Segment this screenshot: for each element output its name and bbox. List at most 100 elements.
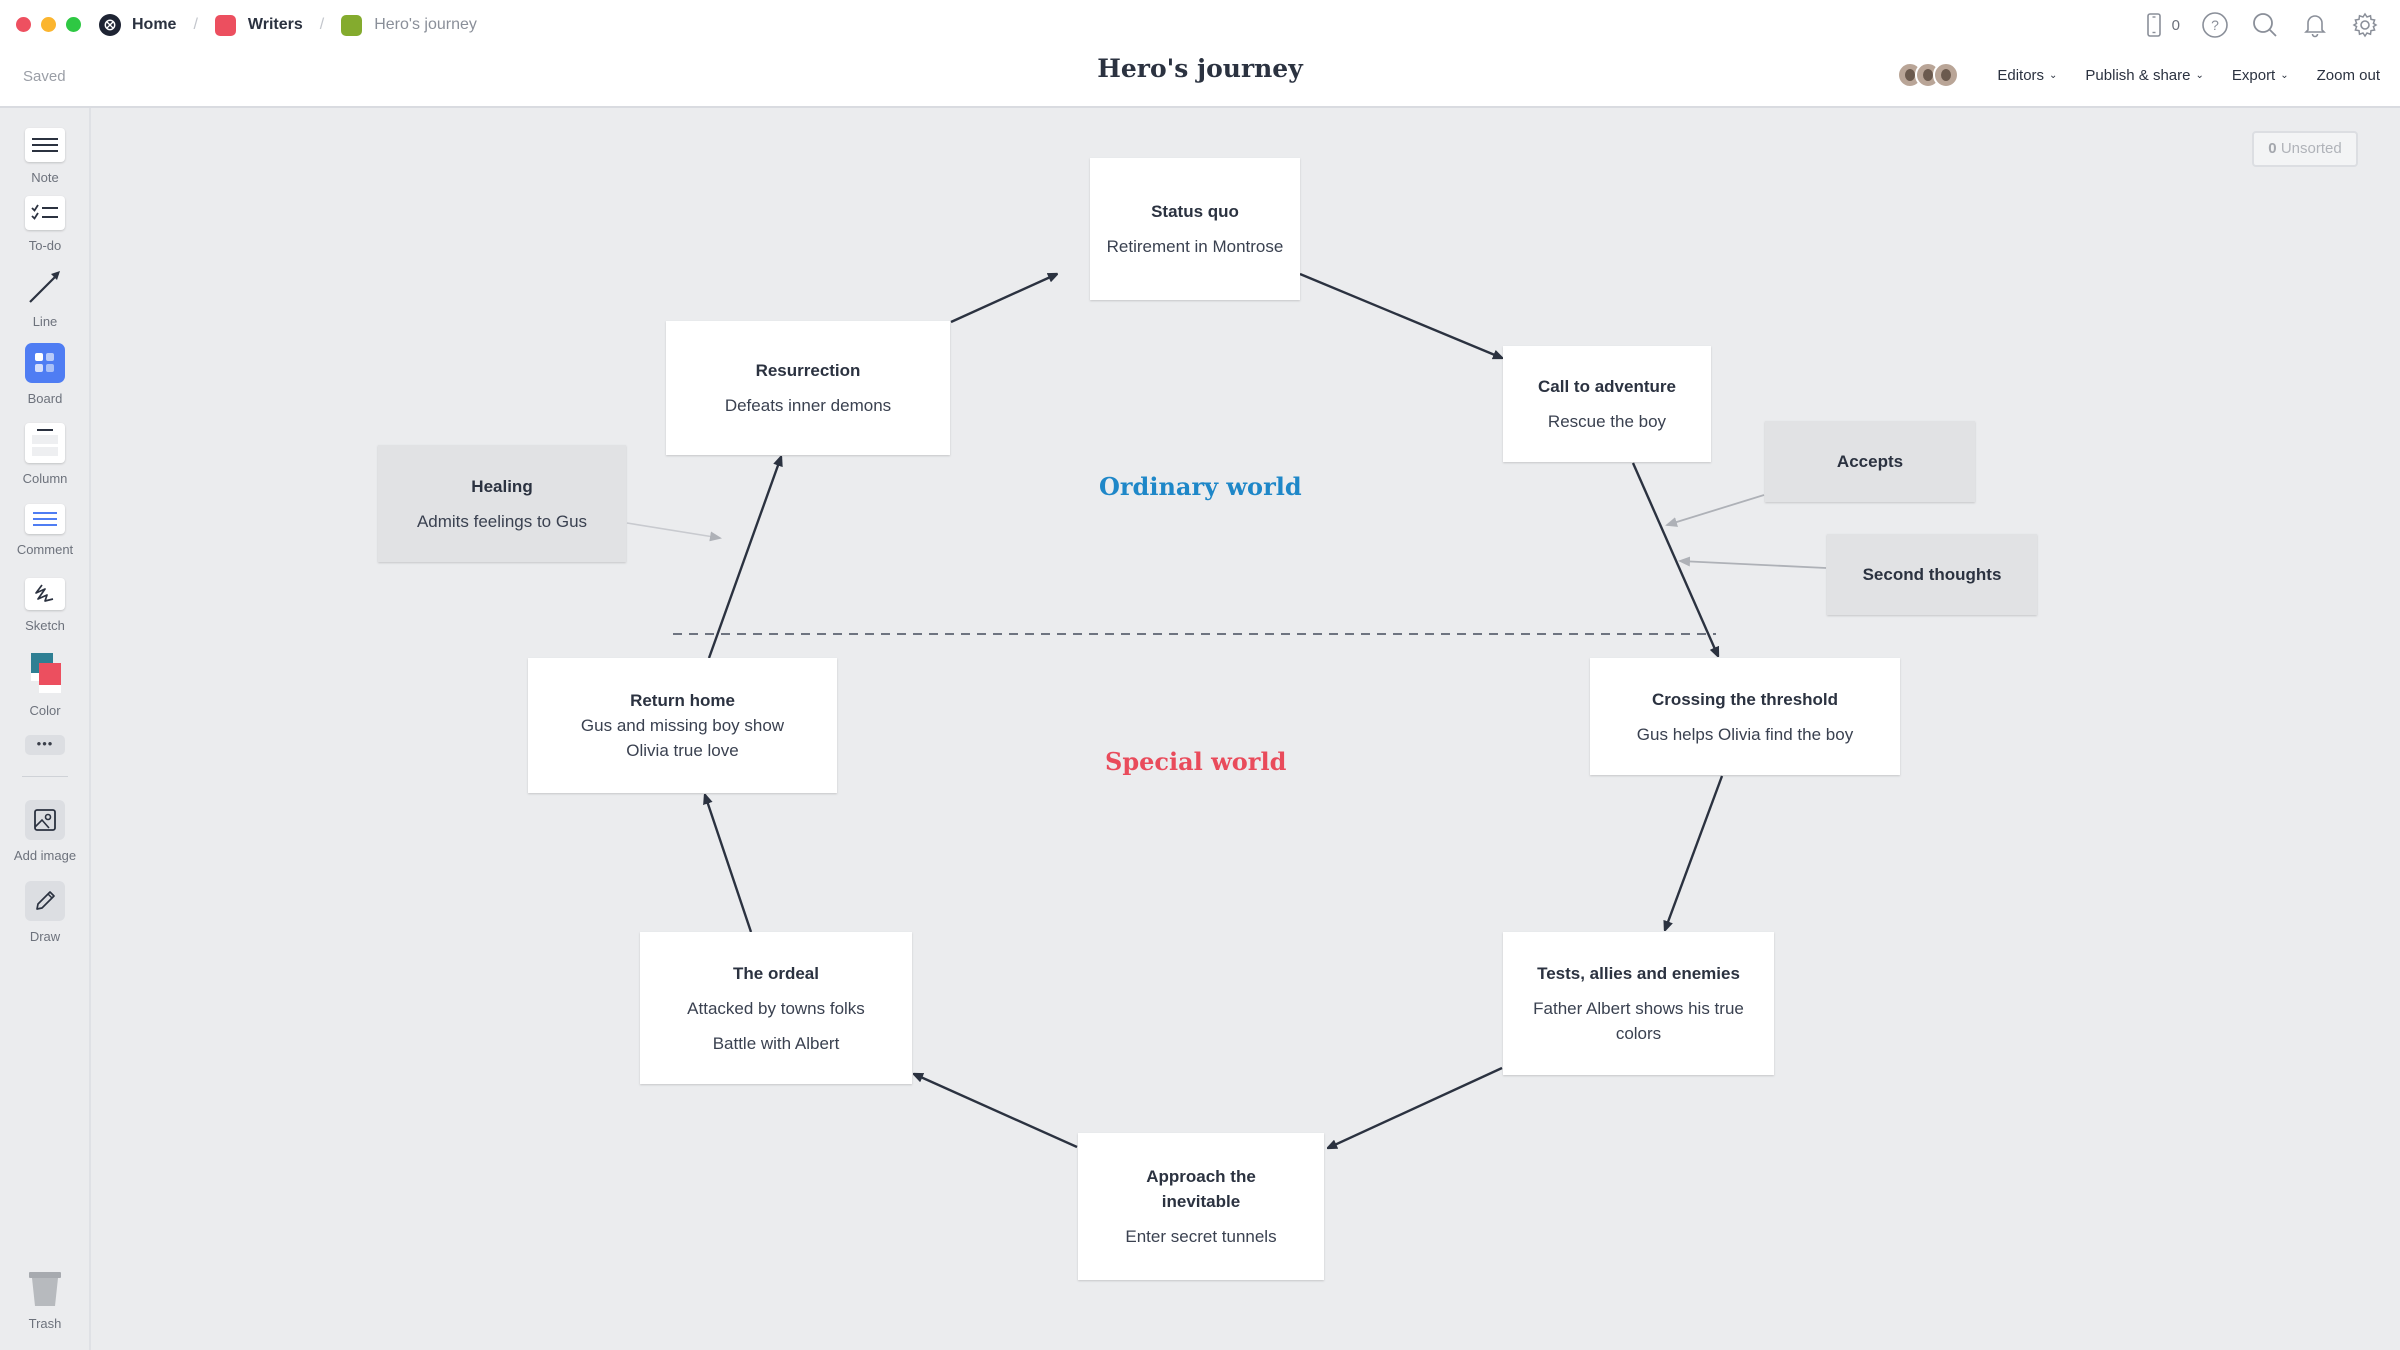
heading-special-world[interactable]: Special world <box>1105 747 1286 776</box>
publish-share-label: Publish & share <box>2085 66 2191 84</box>
tool-add-image[interactable]: Add image <box>0 800 90 863</box>
toolbar-divider <box>22 776 68 777</box>
card-second-thoughts[interactable]: Second thoughts <box>1827 534 2037 615</box>
document-actions: Editors ⌄ Publish & share ⌄ Export ⌄ Zoom o… <box>1897 62 2380 88</box>
image-icon <box>25 800 65 840</box>
milanote-logo-icon: ⨂ <box>99 14 121 36</box>
mobile-app-button[interactable]: 0 <box>2140 10 2180 40</box>
tool-board-label: Board <box>27 391 63 406</box>
zoom-out-label: Zoom out <box>2316 66 2380 84</box>
tool-line-label: Line <box>32 314 58 329</box>
card-resurrection[interactable]: Resurrection Defeats inner demons <box>666 321 950 455</box>
card-title: Return home <box>630 691 735 710</box>
card-approach-the-inevitable[interactable]: Approach the inevitable Enter secret tun… <box>1078 1133 1324 1280</box>
card-the-ordeal[interactable]: The ordeal Attacked by towns folks Battl… <box>640 932 912 1084</box>
card-body: Gus and missing boy show Olivia true lov… <box>580 716 785 760</box>
close-window-button[interactable] <box>16 17 31 32</box>
breadcrumb-home[interactable]: ⨂ Home <box>99 14 176 36</box>
tool-column-label: Column <box>22 471 68 486</box>
tool-sketch-label: Sketch <box>25 618 65 633</box>
tool-trash[interactable]: Trash <box>0 1268 90 1331</box>
pencil-icon <box>25 881 65 921</box>
zoom-out-button[interactable]: Zoom out <box>2317 67 2380 84</box>
card-title: Status quo <box>1151 202 1239 221</box>
editors-dropdown[interactable]: Editors ⌄ <box>1997 67 2057 84</box>
breadcrumb-writers[interactable]: Writers <box>214 14 303 36</box>
tool-color-label: Color <box>29 703 61 718</box>
settings-button[interactable] <box>2350 10 2380 40</box>
card-body: Enter secret tunnels <box>1125 1227 1277 1246</box>
app-window: ⨂ Home / Writers / Hero's journey Saved … <box>0 0 2400 1350</box>
breadcrumb-separator: / <box>193 16 198 33</box>
note-icon <box>25 128 65 162</box>
phone-icon <box>2146 13 2161 37</box>
chevron-down-icon: ⌄ <box>2280 69 2289 81</box>
top-bar: ⨂ Home / Writers / Hero's journey Saved … <box>0 0 2400 108</box>
tool-note[interactable]: Note <box>0 128 90 185</box>
tool-note-label: Note <box>31 170 59 185</box>
card-title: Tests, allies and enemies <box>1537 964 1740 983</box>
card-title: Accepts <box>1836 452 1904 471</box>
breadcrumb-separator: / <box>319 16 325 33</box>
breadcrumb-current-label: Hero's journey <box>374 16 477 33</box>
card-title: The ordeal <box>733 963 819 983</box>
unsorted-label: Unsorted <box>2280 140 2342 157</box>
board-icon <box>25 343 65 383</box>
search-button[interactable] <box>2250 10 2280 40</box>
breadcrumb-home-label: Home <box>132 16 177 33</box>
minimize-window-button[interactable] <box>41 17 56 32</box>
tool-line[interactable]: Line <box>0 266 90 329</box>
card-status-quo[interactable]: Status quo Retirement in Montrose <box>1090 158 1300 300</box>
breadcrumb-current[interactable]: Hero's journey <box>341 14 477 36</box>
card-accepts[interactable]: Accepts <box>1765 421 1975 502</box>
tool-comment-label: Comment <box>16 542 74 557</box>
tool-draw[interactable]: Draw <box>0 881 90 944</box>
export-label: Export <box>2231 66 2276 84</box>
board-color-icon <box>214 14 236 36</box>
tool-board[interactable]: Board <box>0 343 90 406</box>
todo-icon <box>25 196 65 230</box>
export-dropdown[interactable]: Export ⌄ <box>2232 67 2289 84</box>
tool-comment[interactable]: Comment <box>0 504 90 557</box>
card-body: Defeats inner demons <box>724 396 892 415</box>
card-body: Retirement in Montrose <box>1106 237 1284 256</box>
breadcrumb-writers-label: Writers <box>247 16 303 33</box>
gear-icon <box>2352 12 2378 38</box>
editor-avatars[interactable] <box>1897 62 1960 88</box>
tool-sketch[interactable]: Sketch <box>0 578 90 633</box>
tool-add-image-label: Add image <box>13 848 77 863</box>
tool-column[interactable]: Column <box>0 423 90 486</box>
tool-more[interactable]: ••• <box>0 735 90 755</box>
card-body: Rescue the boy <box>1547 412 1667 431</box>
card-title: Second thoughts <box>1862 565 2002 584</box>
maximize-window-button[interactable] <box>66 17 81 32</box>
notifications-button[interactable] <box>2300 10 2330 40</box>
publish-share-dropdown[interactable]: Publish & share ⌄ <box>2085 67 2203 84</box>
card-body: Battle with Albert <box>712 1033 840 1053</box>
card-return-home[interactable]: Return home Gus and missing boy show Oli… <box>528 658 837 793</box>
tool-todo[interactable]: To-do <box>0 196 90 253</box>
card-tests-allies-enemies[interactable]: Tests, allies and enemies Father Albert … <box>1503 932 1774 1075</box>
tool-draw-label: Draw <box>29 929 61 944</box>
card-body: Admits feelings to Gus <box>416 511 588 531</box>
help-button[interactable]: ? <box>2200 10 2230 40</box>
unsorted-button[interactable]: 0 Unsorted <box>2252 131 2358 167</box>
heading-ordinary-world[interactable]: Ordinary world <box>1099 472 1302 501</box>
line-arrow-icon <box>25 266 65 306</box>
avatar <box>1933 62 1960 88</box>
card-call-to-adventure[interactable]: Call to adventure Rescue the boy <box>1503 346 1711 462</box>
top-icons: 0 ? <box>2140 10 2400 40</box>
sketch-icon <box>25 578 65 610</box>
unsorted-count: 0 <box>2268 140 2277 157</box>
card-body: Gus helps Olivia find the boy <box>1636 724 1854 744</box>
card-crossing-the-threshold[interactable]: Crossing the threshold Gus helps Olivia … <box>1590 658 1900 775</box>
editors-label: Editors <box>1997 66 2045 84</box>
tool-trash-label: Trash <box>28 1316 62 1331</box>
color-swatch-icon <box>25 651 65 695</box>
comment-icon <box>25 504 65 534</box>
card-body: Father Albert shows his true colors <box>1533 999 1744 1043</box>
card-title: Healing <box>471 476 533 496</box>
tool-color[interactable]: Color <box>0 651 90 718</box>
svg-text:?: ? <box>2211 17 2219 33</box>
card-healing[interactable]: Healing Admits feelings to Gus <box>378 445 626 562</box>
